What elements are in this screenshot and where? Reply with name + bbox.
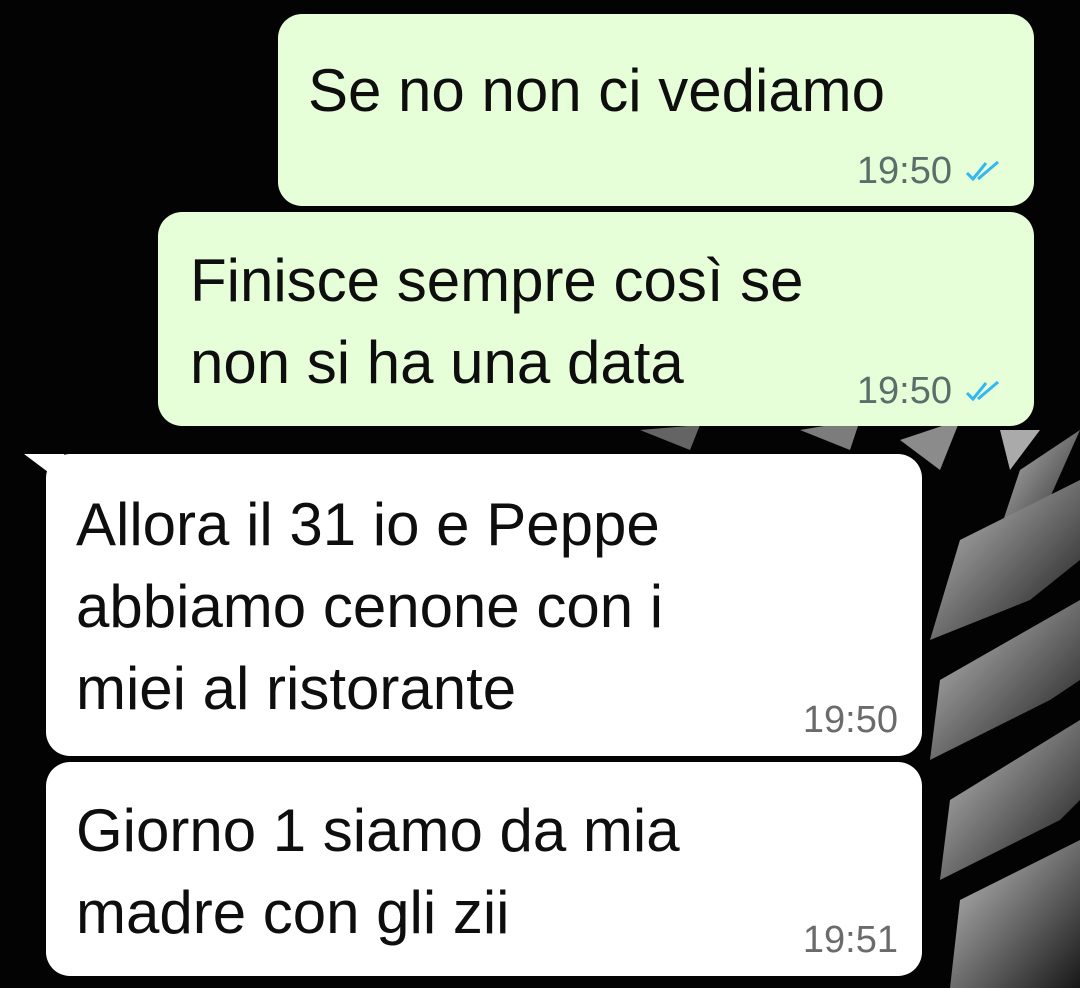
message-bubble-outgoing[interactable]: Finisce sempre così se non si ha una dat… bbox=[158, 212, 1034, 426]
message-text: Finisce sempre così se non si ha una dat… bbox=[190, 247, 804, 396]
message-text: Giorno 1 siamo da mia madre con gli zii bbox=[76, 797, 680, 946]
message-time: 19:50 bbox=[856, 370, 952, 412]
message-meta: 19:51 bbox=[803, 918, 898, 962]
message-meta: 19:50 bbox=[857, 149, 1004, 193]
message-bubble-outgoing[interactable]: Se no non ci vediamo 19:50 bbox=[278, 14, 1034, 206]
message-time: 19:50 bbox=[856, 150, 952, 192]
message-text: Se no non ci vediamo bbox=[308, 57, 886, 124]
message-meta: 19:50 bbox=[803, 698, 898, 742]
message-time: 19:50 bbox=[802, 699, 898, 741]
message-meta: 19:50 bbox=[857, 369, 1004, 413]
message-bubble-incoming[interactable]: Giorno 1 siamo da mia madre con gli zii … bbox=[46, 762, 922, 976]
message-bubble-incoming[interactable]: Allora il 31 io e Peppe abbiamo cenone c… bbox=[46, 454, 922, 756]
message-time: 19:51 bbox=[802, 919, 898, 961]
double-check-icon bbox=[965, 380, 999, 402]
double-check-icon bbox=[965, 160, 999, 182]
message-text: Allora il 31 io e Peppe abbiamo cenone c… bbox=[76, 491, 664, 722]
